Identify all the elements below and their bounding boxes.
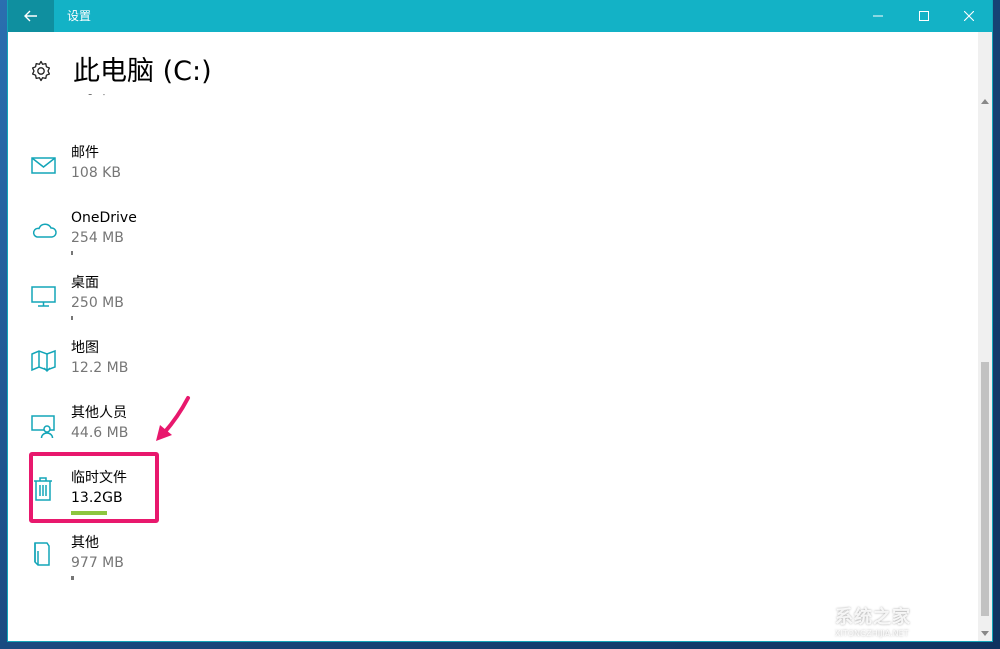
mail-icon — [31, 157, 56, 174]
usage-bar — [71, 316, 73, 320]
annotation-arrow-icon — [156, 396, 190, 441]
users-icon — [31, 415, 55, 439]
vertical-scrollbar[interactable] — [978, 32, 992, 641]
item-size: 12.2 MB — [71, 360, 129, 376]
item-size: 250 MB — [71, 295, 124, 311]
item-size: 108 KB — [71, 165, 121, 181]
close-button[interactable] — [946, 0, 992, 32]
map-icon — [31, 349, 56, 373]
item-name: 邮件 — [71, 145, 99, 161]
list-item-other[interactable]: 其他 977 MB — [8, 534, 408, 599]
close-icon — [964, 11, 974, 21]
watermark-subtext: XITONGZHIJIA.NET — [835, 629, 909, 638]
monitor-icon — [31, 286, 56, 307]
scroll-thumb[interactable] — [981, 362, 989, 616]
scroll-down-icon — [981, 630, 989, 636]
window-title: 设置 — [67, 9, 92, 23]
scroll-up-icon — [981, 98, 989, 104]
storage-category-list: 视频 0 字节 邮件 108 KB OneDrive 254 MB 桌面 — [8, 76, 978, 641]
item-name: 桌面 — [71, 275, 99, 291]
back-button[interactable] — [8, 0, 54, 32]
watermark-text: 系统之家 — [835, 607, 911, 628]
item-size: 44.6 MB — [71, 425, 129, 441]
minimize-icon — [873, 15, 883, 17]
maximize-button[interactable] — [901, 0, 947, 32]
item-name: OneDrive — [71, 210, 137, 226]
usage-bar — [71, 576, 74, 580]
annotation-highlight-box — [29, 452, 159, 523]
list-item-maps[interactable]: 地图 12.2 MB — [8, 339, 408, 404]
back-arrow-icon — [24, 10, 37, 22]
title-bar: 设置 — [8, 0, 992, 32]
watermark-logo: 系统之家 XITONGZHIJIA.NET — [835, 603, 911, 638]
minimize-button[interactable] — [855, 0, 901, 32]
cloud-icon — [32, 223, 57, 238]
item-size: 977 MB — [71, 555, 124, 571]
scroll-down-button[interactable] — [978, 626, 992, 640]
settings-window: 设置 视频 0 字节 — [8, 0, 992, 641]
scroll-up-button[interactable] — [978, 94, 992, 108]
list-item-onedrive[interactable]: OneDrive 254 MB — [8, 209, 408, 274]
list-item-desktop[interactable]: 桌面 250 MB — [8, 274, 408, 339]
gear-icon — [31, 60, 51, 82]
item-name: 地图 — [71, 340, 99, 356]
page-header: 此电脑 (C:) — [8, 32, 978, 94]
page-title: 此电脑 (C:) — [73, 56, 212, 87]
item-name: 其他人员 — [71, 405, 127, 421]
list-item-mail[interactable]: 邮件 108 KB — [8, 144, 408, 209]
usage-bar — [71, 251, 73, 255]
item-size: 254 MB — [71, 230, 124, 246]
maximize-icon — [919, 11, 929, 21]
item-name: 其他 — [71, 535, 99, 551]
other-icon — [34, 542, 50, 566]
